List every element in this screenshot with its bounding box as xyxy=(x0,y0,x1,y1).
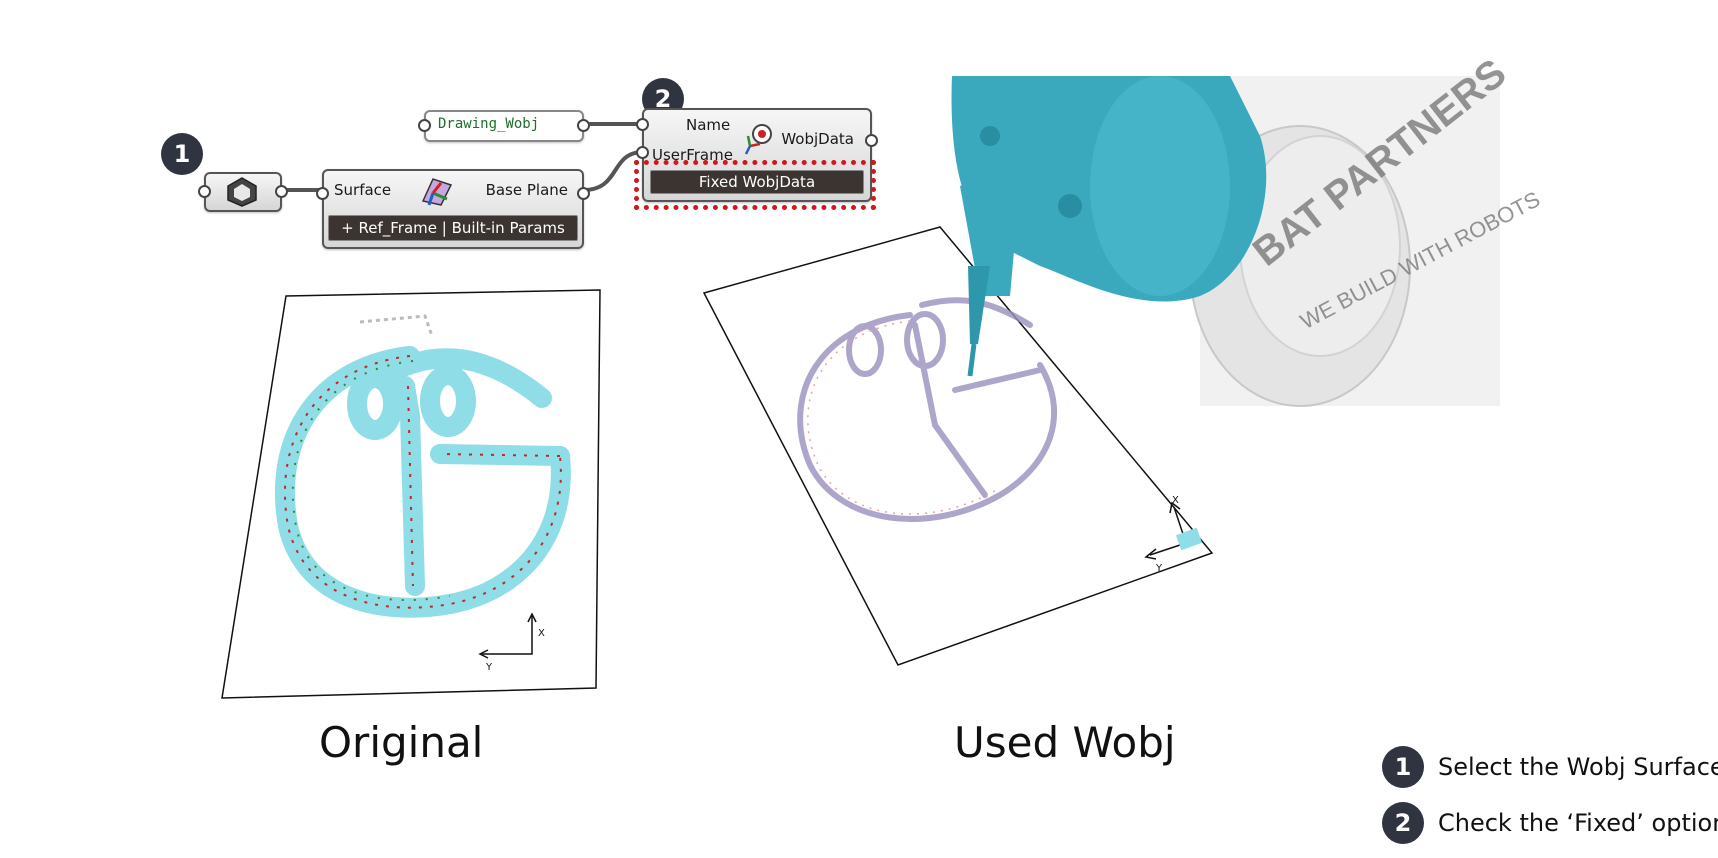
hexagon-surface-icon xyxy=(227,177,257,207)
wobjdata-output-label: WobjData xyxy=(781,130,854,148)
legend-item-select-surface: 1 Select the Wobj Surface xyxy=(1382,746,1718,788)
target-frame-icon xyxy=(744,124,772,155)
fixed-option-highlight xyxy=(634,160,876,210)
legend-item-check-fixed: 2 Check the ‘Fixed’ option xyxy=(1382,802,1718,844)
base-plane-output-label: Base Plane xyxy=(485,181,568,199)
legend-text-two: Check the ‘Fixed’ option xyxy=(1438,809,1718,837)
step-one-badge: 1 xyxy=(161,133,203,175)
original-caption: Original xyxy=(319,718,484,767)
legend-badge-one: 1 xyxy=(1382,746,1424,788)
panel-input-port[interactable] xyxy=(418,119,431,132)
ref-frame-footer: + Ref_Frame | Built-in Params xyxy=(328,215,578,241)
reference-frame-icon xyxy=(421,178,453,206)
legend-text-one: Select the Wobj Surface xyxy=(1438,753,1718,781)
original-axis-x-label: X xyxy=(538,628,545,639)
surface-input-label: Surface xyxy=(334,181,392,199)
used-wobj-axis-x-label: X xyxy=(1172,495,1179,506)
surface-input-port[interactable] xyxy=(316,187,329,200)
name-input-label: Name xyxy=(686,116,731,134)
legend-badge-two: 2 xyxy=(1382,802,1424,844)
wobj-name-panel[interactable]: Drawing_Wobj xyxy=(418,110,590,142)
output-port[interactable] xyxy=(275,185,288,198)
original-drawing-view: X Y xyxy=(221,289,601,699)
wobjdata-output-port[interactable] xyxy=(865,134,878,147)
used-wobj-axis-y-label: Y xyxy=(1155,563,1163,574)
original-axis-y-label: Y xyxy=(485,662,493,673)
surface-param-component[interactable] xyxy=(198,172,288,212)
used-wobj-caption: Used Wobj xyxy=(954,718,1176,767)
ref-frame-component[interactable]: Surface Base Plane + Ref_Frame | Built-i… xyxy=(316,169,590,249)
base-plane-output-port[interactable] xyxy=(577,187,590,200)
userframe-input-port[interactable] xyxy=(636,146,649,159)
name-input-port[interactable] xyxy=(636,118,649,131)
panel-output-port[interactable] xyxy=(577,119,590,132)
wobj-name-value[interactable]: Drawing_Wobj xyxy=(438,116,539,132)
input-port[interactable] xyxy=(198,185,211,198)
